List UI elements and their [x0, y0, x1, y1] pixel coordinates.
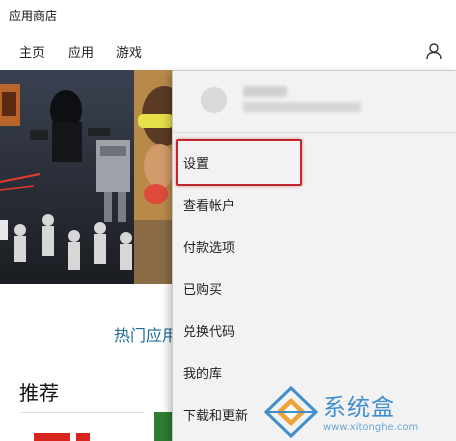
menu-item-payment-options[interactable]: 付款选项 — [173, 225, 456, 267]
app-title: 应用商店 — [9, 9, 58, 23]
watermark-logo-icon — [263, 385, 319, 439]
menu-item-view-account[interactable]: 查看帐户 — [173, 183, 456, 225]
menu-item-label: 兑换代码 — [183, 325, 236, 340]
title-bar: 应用商店 — [0, 0, 456, 32]
watermark-brand: 系统盒 — [323, 395, 395, 421]
watermark: 系统盒 www.xitonghe.com — [262, 382, 456, 441]
menu-item-label: 我的库 — [183, 367, 223, 382]
user-icon[interactable] — [424, 41, 444, 61]
watermark-url: www.xitonghe.com — [323, 422, 419, 433]
hero-banner-person[interactable] — [134, 70, 174, 284]
account-header[interactable] — [173, 71, 456, 131]
menu-item-label: 付款选项 — [183, 241, 236, 256]
account-name-blurred — [243, 86, 287, 97]
account-email-blurred — [243, 102, 361, 112]
menu-item-purchased[interactable]: 已购买 — [173, 267, 456, 309]
thumbnail-green[interactable] — [154, 412, 172, 441]
menu-item-label: 查看帐户 — [183, 199, 236, 214]
tab-home[interactable]: 主页 — [19, 42, 45, 61]
popular-apps-link[interactable]: 热门应用 — [114, 322, 178, 346]
top-nav: 主页 应用 游戏 — [0, 32, 456, 70]
menu-item-redeem-code[interactable]: 兑换代码 — [173, 309, 456, 351]
menu-item-label: 已购买 — [183, 283, 223, 298]
thumbnail-red[interactable] — [20, 412, 144, 441]
highlight-box — [176, 139, 302, 186]
tab-games[interactable]: 游戏 — [116, 42, 142, 61]
recommended-heading: 推荐 — [19, 381, 59, 405]
menu-item-label: 下载和更新 — [183, 409, 249, 424]
tab-apps[interactable]: 应用 — [68, 42, 94, 61]
menu-divider — [173, 132, 456, 133]
avatar — [201, 87, 227, 113]
